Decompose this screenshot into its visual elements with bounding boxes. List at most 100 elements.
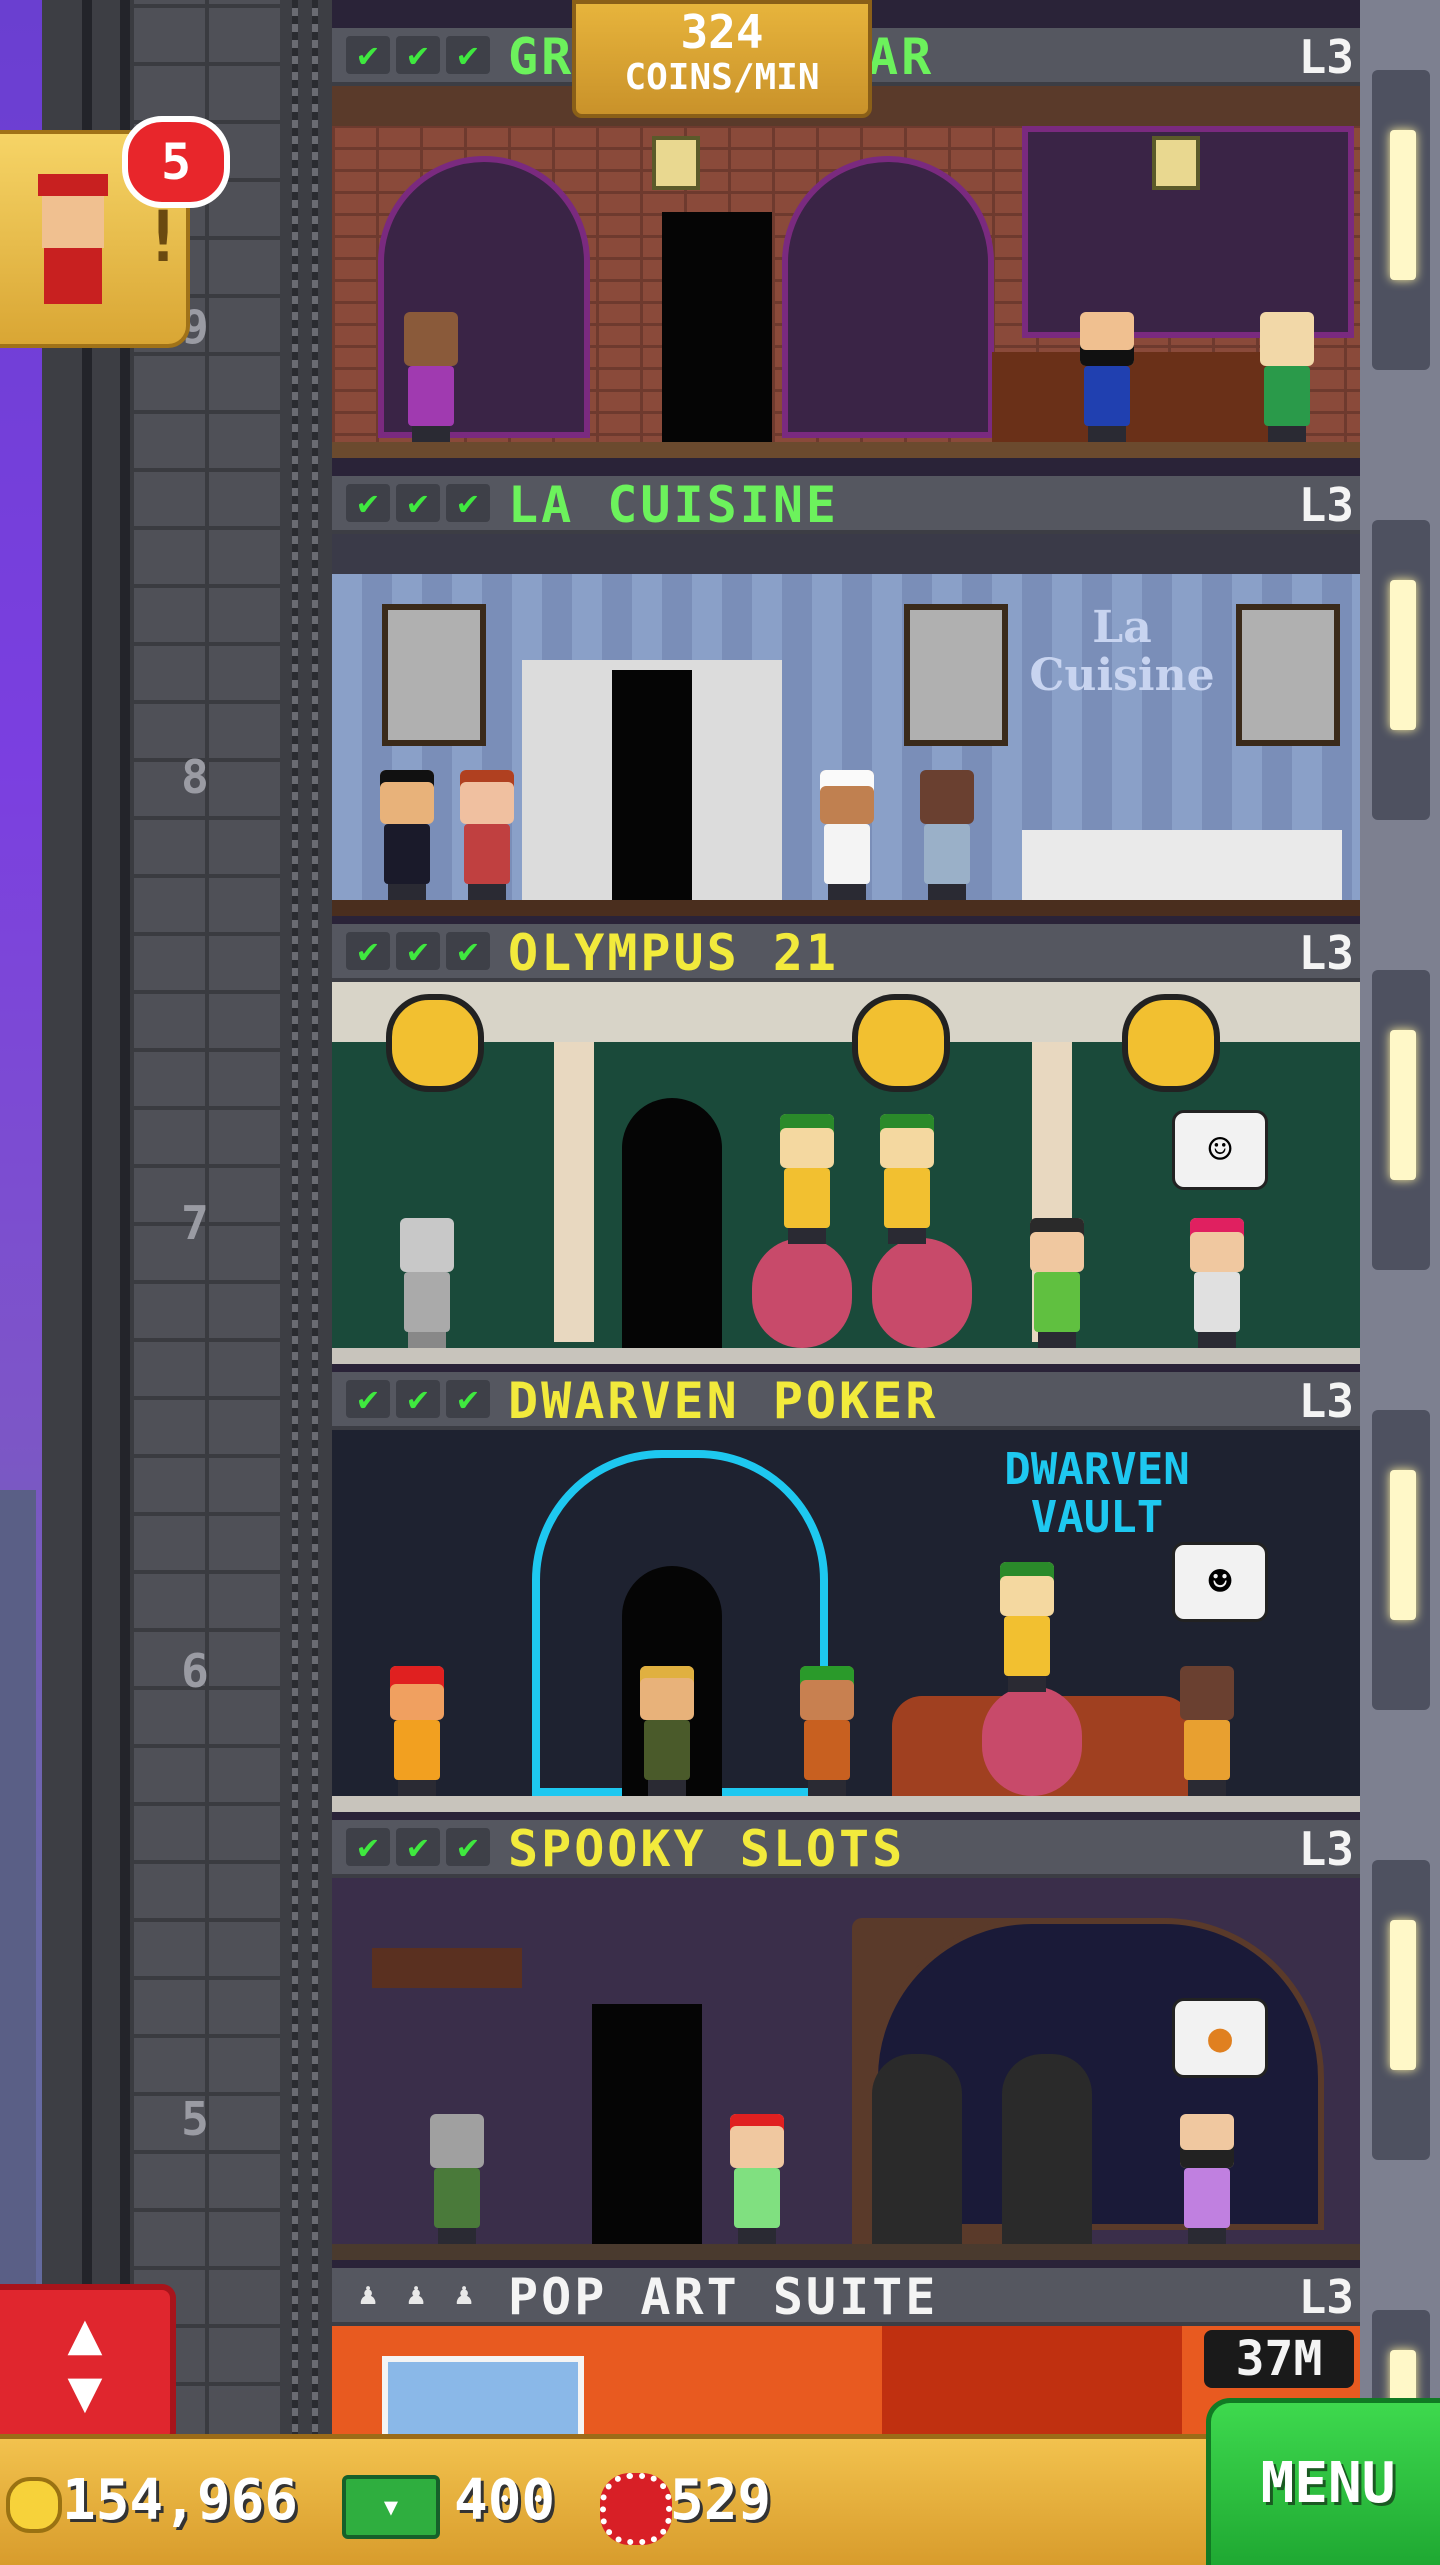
floor-name: POP ART SUITE: [508, 2268, 939, 2326]
elevator-cable: [312, 0, 318, 2560]
bitizen[interactable]: [1252, 312, 1322, 442]
floor-level: L3: [1298, 926, 1354, 980]
floor-ground: [332, 442, 1360, 458]
floor-header: ✔ ✔ ✔ DWARVEN POKER L3: [332, 1372, 1360, 1430]
coins-per-minute-banner: 324 COINS/MIN: [572, 0, 872, 118]
floor-number-7: 7: [181, 1196, 209, 1250]
wine-shelf: [782, 156, 994, 438]
menu-button[interactable]: MENU: [1206, 2398, 1440, 2565]
window: [1372, 1410, 1430, 1710]
bitizen[interactable]: [912, 770, 982, 900]
bitizen[interactable]: [1172, 1666, 1242, 1796]
alert-exclamation-icon: !: [142, 196, 185, 278]
floor-name-visible-right: AR: [868, 28, 935, 86]
thought-bubble[interactable]: ●: [1172, 1998, 1268, 2078]
coin-icon: [6, 2477, 62, 2533]
spade-emblem-icon: [386, 994, 484, 1092]
floor-spooky-slots[interactable]: ✔ ✔ ✔ SPOOKY SLOTS L3 ●: [332, 1820, 1360, 2268]
window: [1372, 70, 1430, 370]
stock-check-icon: ✔: [396, 36, 440, 74]
floor-olympus-21[interactable]: ✔ ✔ ✔ OLYMPUS 21 L3 ☺: [332, 924, 1360, 1372]
bux-amount: 400: [454, 2468, 556, 2533]
floor-name: SPOOKY SLOTS: [508, 1820, 906, 1878]
chef-bitizen[interactable]: [812, 770, 882, 900]
floor-ground: [332, 900, 1360, 916]
vase: [752, 1238, 852, 1348]
stock-check-icon: ✔: [346, 932, 390, 970]
move-in-timer: 37M: [1204, 2330, 1354, 2388]
floor-header: ✔ ✔ ✔ OLYMPUS 21 L3: [332, 924, 1360, 982]
bitizen[interactable]: [452, 770, 522, 900]
thought-bubble[interactable]: ☻: [1172, 1542, 1268, 1622]
floor-header: ♟ ♟ ♟ POP ART SUITE L3: [332, 2268, 1360, 2326]
la-cuisine-scene: La Cuisine: [332, 534, 1360, 916]
vault-sign-line1: DWARVEN: [1004, 1444, 1190, 1495]
casino-chip-icon: [600, 2473, 672, 2545]
chips-amount: 529: [670, 2468, 772, 2533]
pop-art-painting: [382, 2356, 584, 2434]
floor-number-6: 6: [181, 1644, 209, 1698]
spooky-slots-scene: ●: [332, 1878, 1360, 2260]
stock-check-icon: ✔: [396, 484, 440, 522]
restaurant-sign: La Cuisine: [1022, 604, 1222, 700]
bellhop-icon: [34, 174, 114, 304]
lantern-icon: [1152, 136, 1200, 190]
bitizen[interactable]: [722, 2114, 792, 2244]
dwarf-bitizen[interactable]: [382, 1666, 452, 1796]
coins-per-minute-value: 324: [680, 5, 764, 59]
slot-machine: [1002, 2054, 1092, 2244]
window: [1372, 520, 1430, 820]
stock-check-icon: ✔: [446, 484, 490, 522]
floor-la-cuisine[interactable]: ✔ ✔ ✔ LA CUISINE L3 La Cuisine: [332, 476, 1360, 924]
stock-check-icon: ✔: [396, 932, 440, 970]
shaft-bricks: [130, 0, 280, 2560]
floor-name-visible-left: GR: [508, 28, 575, 86]
statue-icon: ☺: [1207, 1127, 1233, 1173]
bitizen[interactable]: [1172, 2114, 1242, 2244]
bitizen[interactable]: [1182, 1218, 1252, 1348]
stock-check-icon: ✔: [346, 36, 390, 74]
spade-emblem-icon: [852, 994, 950, 1092]
bitizen[interactable]: [632, 1666, 702, 1796]
stock-check-icon: ✔: [446, 1380, 490, 1418]
chandelier: [372, 1948, 522, 1988]
bitizen[interactable]: [1022, 1218, 1092, 1348]
statue: [392, 1218, 462, 1348]
stock-check-icon: ✔: [446, 932, 490, 970]
wall-painting: [382, 604, 486, 746]
elevator-shaft: [42, 0, 332, 2560]
floor-number-8: 8: [181, 750, 209, 804]
elevator-door: [662, 212, 772, 442]
sky-background: [0, 0, 42, 2560]
thought-bubble[interactable]: ☺: [1172, 1110, 1268, 1190]
wall-painting: [904, 604, 1008, 746]
bitizen[interactable]: [396, 312, 466, 442]
grand-bar-scene: [332, 86, 1360, 458]
elevator-door: [622, 1098, 722, 1348]
resident-icon: ♟: [358, 2277, 378, 2312]
spade-emblem-icon: [1122, 994, 1220, 1092]
floor-level: L3: [1298, 1822, 1354, 1876]
bitizen[interactable]: [372, 770, 442, 900]
bellhop-button[interactable]: 5 !: [0, 116, 230, 348]
tower-right-frame: [1360, 0, 1440, 2560]
stock-check-icon: ✔: [396, 1828, 440, 1866]
floor-dwarven-poker[interactable]: ✔ ✔ ✔ DWARVEN POKER L3 DWARVEN VAULT ☻: [332, 1372, 1360, 1820]
floor-level: L3: [1298, 1374, 1354, 1428]
vase: [872, 1238, 972, 1348]
column: [554, 1042, 594, 1342]
zombie-bitizen[interactable]: [422, 2114, 492, 2244]
bitizen[interactable]: [1072, 312, 1142, 442]
vault-sign: DWARVEN VAULT: [932, 1446, 1262, 1542]
vase: [982, 1686, 1082, 1796]
tower-bux-icon: ▾: [342, 2475, 440, 2539]
bitizen[interactable]: [772, 1114, 842, 1244]
dwarf-bitizen[interactable]: [792, 1666, 862, 1796]
elevator-scroll-button[interactable]: ▲ ▼: [0, 2284, 176, 2446]
elevator-door: [592, 2004, 702, 2244]
bitizen[interactable]: [872, 1114, 942, 1244]
bitizen[interactable]: [992, 1562, 1062, 1692]
restaurant-sign-line1: La: [1092, 602, 1152, 653]
bar-counter: [992, 352, 1292, 442]
stock-check-icon: ✔: [346, 1828, 390, 1866]
